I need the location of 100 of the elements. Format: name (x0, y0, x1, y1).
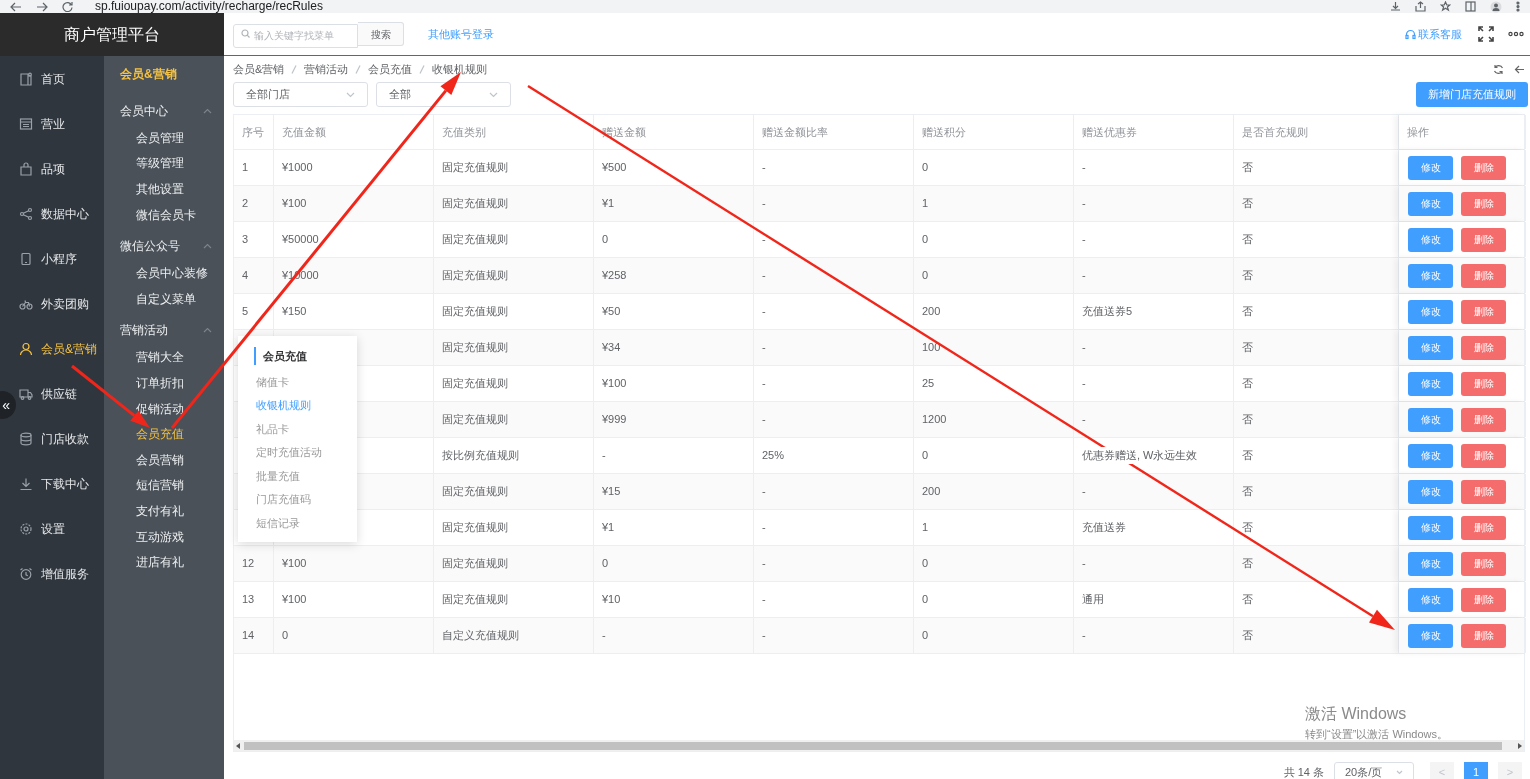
edit-button[interactable]: 修改 (1408, 335, 1453, 360)
column-header: 操作 (1399, 115, 1526, 149)
submenu-item[interactable]: 会员充值 (104, 421, 224, 447)
address-bar[interactable]: sp.fuioupay.com/activity/recharge/recRules (95, 0, 323, 13)
edit-button[interactable]: 修改 (1408, 155, 1453, 180)
nav-item[interactable]: 增值服务 (19, 564, 89, 583)
flyout-item[interactable]: 批量充值 (256, 464, 357, 488)
delete-button[interactable]: 删除 (1461, 587, 1506, 612)
delete-button[interactable]: 删除 (1461, 299, 1506, 324)
flyout-item[interactable]: 门店充值码 (256, 487, 357, 511)
flyout-item[interactable]: 储值卡 (256, 370, 357, 394)
page-button[interactable]: 1 (1464, 762, 1488, 779)
delete-button[interactable]: 删除 (1461, 407, 1506, 432)
scrollbar-thumb[interactable] (244, 741, 1502, 750)
search-button[interactable]: 搜索 (358, 22, 404, 46)
search-field[interactable]: 输入关键字找菜单 (233, 23, 358, 48)
edit-button[interactable]: 修改 (1408, 515, 1453, 540)
submenu-item[interactable]: 自定义菜单 (104, 285, 224, 312)
edit-button[interactable]: 修改 (1408, 371, 1453, 396)
menu-group[interactable]: 会员中心 (104, 96, 224, 125)
delete-button[interactable]: 删除 (1461, 335, 1506, 360)
nav-item[interactable]: 数据中心 (19, 204, 89, 223)
submenu-item[interactable]: 互动游戏 (104, 523, 224, 550)
back-icon[interactable] (10, 1, 22, 12)
submenu-item[interactable]: 营销大全 (104, 344, 224, 371)
more-icon[interactable] (1508, 31, 1524, 37)
submenu-item[interactable]: 会员管理 (104, 125, 224, 151)
nav-item[interactable]: 门店收款 (19, 429, 89, 448)
submenu-item[interactable]: 短信营销 (104, 472, 224, 499)
share-icon[interactable] (1415, 1, 1426, 12)
edit-button[interactable]: 修改 (1408, 191, 1453, 216)
table-cell-text: ¥34 (602, 340, 621, 356)
delete-button[interactable]: 删除 (1461, 515, 1506, 540)
previous-page-button[interactable]: < (1430, 762, 1454, 779)
delete-button[interactable]: 删除 (1461, 263, 1506, 288)
flyout-item[interactable]: 收银机规则 (256, 393, 357, 417)
add-rule-button[interactable]: 新增门店充值规则 (1416, 82, 1528, 107)
delete-button[interactable]: 删除 (1461, 371, 1506, 396)
submenu-item[interactable]: 进店有礼 (104, 549, 224, 575)
submenu-item[interactable]: 支付有礼 (104, 498, 224, 524)
sidebar-icon[interactable] (1465, 1, 1476, 12)
support-link[interactable]: 联系客服 (1405, 25, 1462, 43)
delete-button[interactable]: 删除 (1461, 443, 1506, 468)
flyout-item[interactable]: 定时充值活动 (256, 440, 357, 464)
edit-button[interactable]: 修改 (1408, 407, 1453, 432)
nav-item[interactable]: 会员&营销 (19, 339, 97, 358)
flyout-item[interactable]: 短信记录 (256, 511, 357, 535)
breadcrumb-item[interactable]: 收银机规则 (432, 60, 488, 78)
nav-item[interactable]: 营业 (19, 114, 65, 133)
forward-icon[interactable] (36, 1, 48, 12)
submenu-item[interactable]: 微信会员卡 (104, 201, 224, 228)
table-cell-text: ¥100 (282, 196, 307, 212)
menu-group[interactable]: 营销活动 (104, 315, 224, 345)
back-arrow-icon[interactable] (1514, 63, 1525, 75)
nav-item[interactable]: 品项 (19, 159, 65, 178)
submenu-item[interactable]: 订单折扣 (104, 370, 224, 396)
next-page-button[interactable]: > (1498, 762, 1522, 779)
edit-button[interactable]: 修改 (1408, 263, 1453, 288)
scroll-right-icon[interactable] (1517, 742, 1522, 749)
menu-group[interactable]: 微信公众号 (104, 231, 224, 261)
nav-item[interactable]: 设置 (19, 519, 65, 538)
edit-button[interactable]: 修改 (1408, 623, 1453, 648)
edit-button[interactable]: 修改 (1408, 443, 1453, 468)
table-cell-text: 否 (1242, 628, 1253, 644)
delete-button[interactable]: 删除 (1461, 227, 1506, 252)
reload-icon[interactable] (62, 1, 73, 12)
delete-button[interactable]: 删除 (1461, 155, 1506, 180)
edit-button[interactable]: 修改 (1408, 227, 1453, 252)
horizontal-scrollbar[interactable] (234, 740, 1524, 751)
filter-select[interactable]: 全部门店 (233, 82, 368, 107)
nav-item[interactable]: 供应链 (19, 384, 77, 403)
edit-button[interactable]: 修改 (1408, 299, 1453, 324)
breadcrumb-item[interactable]: 营销活动 (304, 60, 349, 78)
delete-button[interactable]: 删除 (1461, 551, 1506, 576)
account-link[interactable]: 其他账号登录 (428, 25, 494, 43)
edit-button[interactable]: 修改 (1408, 587, 1453, 612)
scroll-left-icon[interactable] (236, 742, 241, 749)
submenu-item[interactable]: 会员中心装修 (104, 260, 224, 286)
breadcrumb-item[interactable]: 会员充值 (368, 60, 413, 78)
flyout-item[interactable]: 礼品卡 (256, 417, 357, 441)
page-size-select[interactable]: 20条/页 (1334, 762, 1414, 779)
star-icon[interactable] (1440, 1, 1451, 12)
download-icon[interactable] (1390, 1, 1401, 12)
nav-item[interactable]: 小程序 (19, 249, 77, 268)
delete-button[interactable]: 删除 (1461, 479, 1506, 504)
submenu-item[interactable]: 会员营销 (104, 446, 224, 473)
breadcrumb-item[interactable]: 会员&营销 (233, 60, 285, 78)
fullscreen-icon[interactable] (1478, 26, 1494, 42)
delete-button[interactable]: 删除 (1461, 623, 1506, 648)
nav-item[interactable]: 首页 (19, 69, 65, 88)
delete-button[interactable]: 删除 (1461, 191, 1506, 216)
profile-icon[interactable] (1490, 0, 1502, 13)
edit-button[interactable]: 修改 (1408, 551, 1453, 576)
edit-button[interactable]: 修改 (1408, 479, 1453, 504)
nav-item[interactable]: 外卖团购 (19, 294, 89, 313)
submenu-item[interactable]: 其他设置 (104, 176, 224, 202)
refresh-icon[interactable] (1493, 63, 1504, 75)
nav-item[interactable]: 下载中心 (19, 474, 89, 493)
more-icon[interactable] (1516, 1, 1520, 12)
submenu-item[interactable]: 等级管理 (104, 150, 224, 177)
